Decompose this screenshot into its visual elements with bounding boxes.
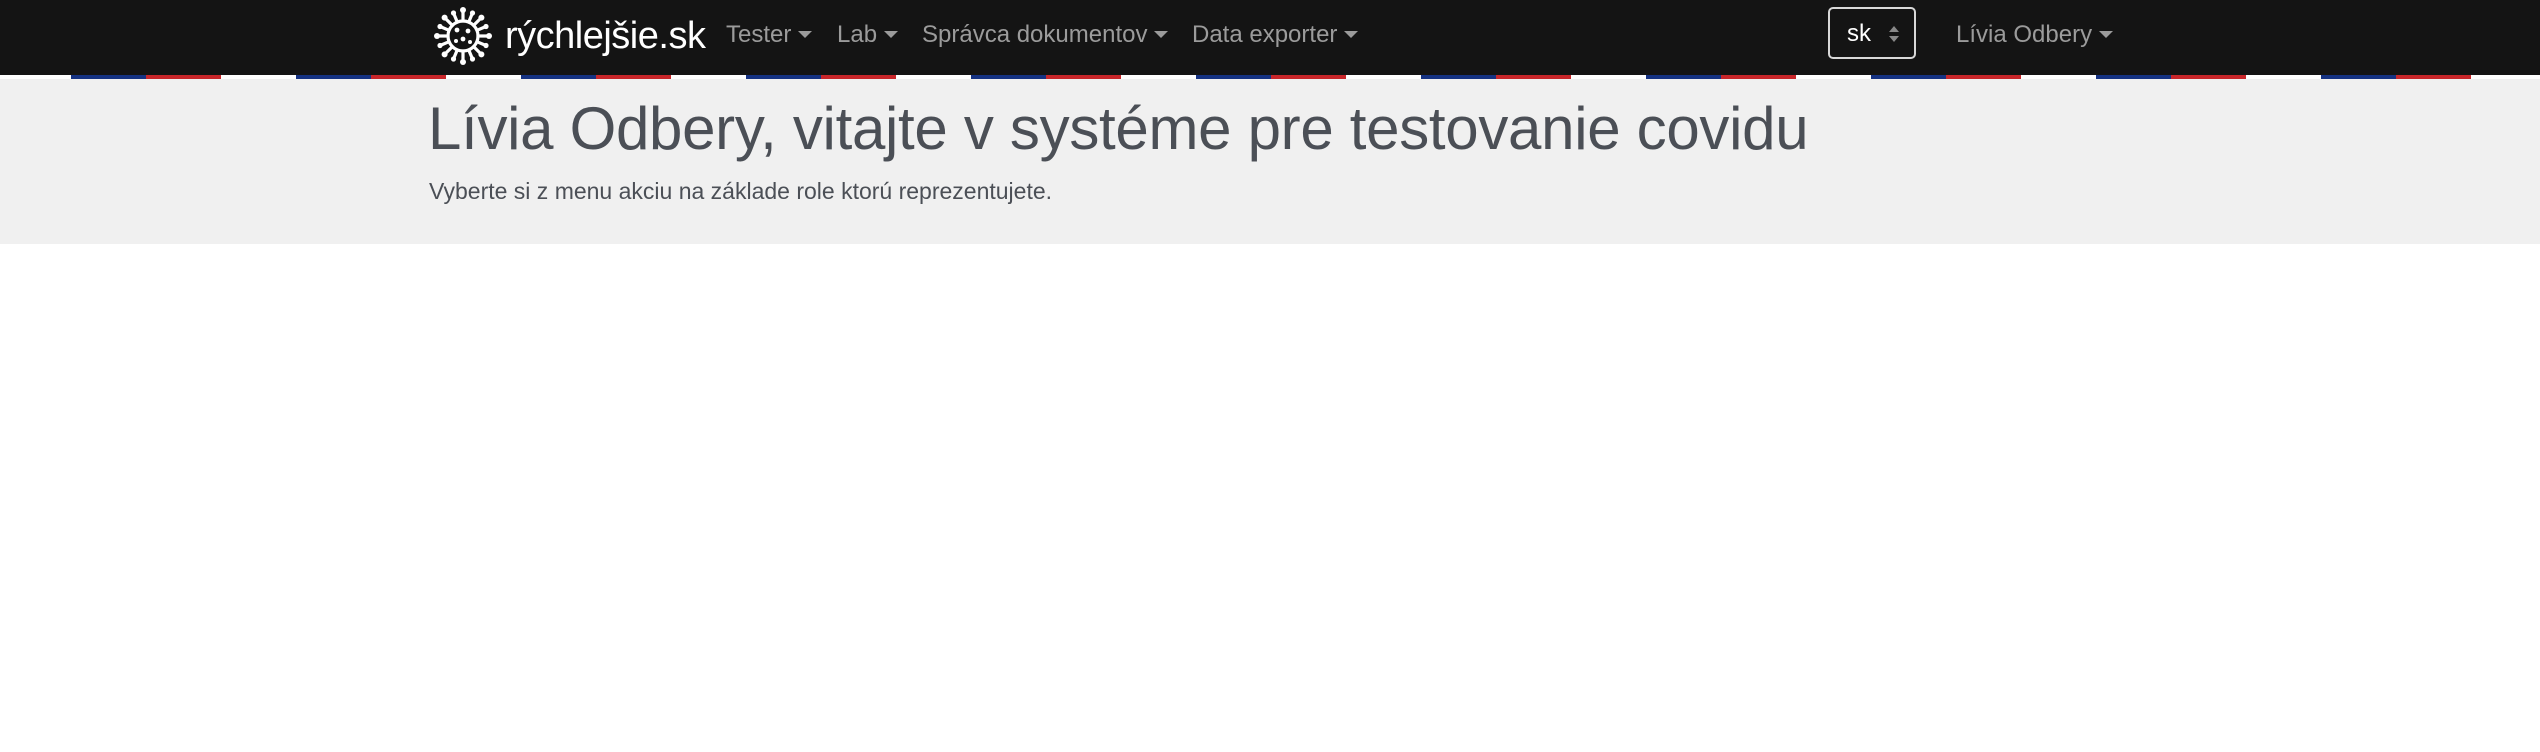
page-subtitle: Vyberte si z menu akciu na základe role … [429,178,1053,204]
caret-down-icon [884,31,899,39]
top-navbar: rýchlejšie.sk Tester Lab Správca dokumen… [0,0,2540,75]
nav-menu-document-manager[interactable]: Správca dokumentov [922,0,1169,70]
nav-menu-tester[interactable]: Tester [726,0,813,70]
caret-down-icon [1154,31,1169,39]
nav-menu-lab-label: Lab [837,21,878,48]
nav-menu-tester-label: Tester [726,21,792,48]
caret-down-icon [2099,31,2114,39]
user-menu[interactable]: Lívia Odbery [1956,0,2114,70]
language-select-value: sk [1847,20,1871,47]
caret-down-icon [1344,31,1359,39]
nav-menu-lab[interactable]: Lab [837,0,899,70]
brand-link[interactable]: rýchlejšie.sk [432,4,706,68]
select-updown-icon [1888,26,1900,44]
user-menu-label: Lívia Odbery [1956,21,2093,48]
page-title: Lívia Odbery, vitajte v systéme pre test… [428,95,1809,162]
nav-menu-document-manager-label: Správca dokumentov [922,21,1148,48]
language-select[interactable]: sk [1828,7,1916,59]
caret-down-icon [798,31,813,39]
welcome-banner: Lívia Odbery, vitajte v systéme pre test… [0,79,2540,244]
brand-name: rýchlejšie.sk [505,14,706,57]
virus-icon [434,7,492,65]
nav-menu-data-exporter[interactable]: Data exporter [1192,0,1359,70]
nav-menu-data-exporter-label: Data exporter [1192,21,1338,48]
